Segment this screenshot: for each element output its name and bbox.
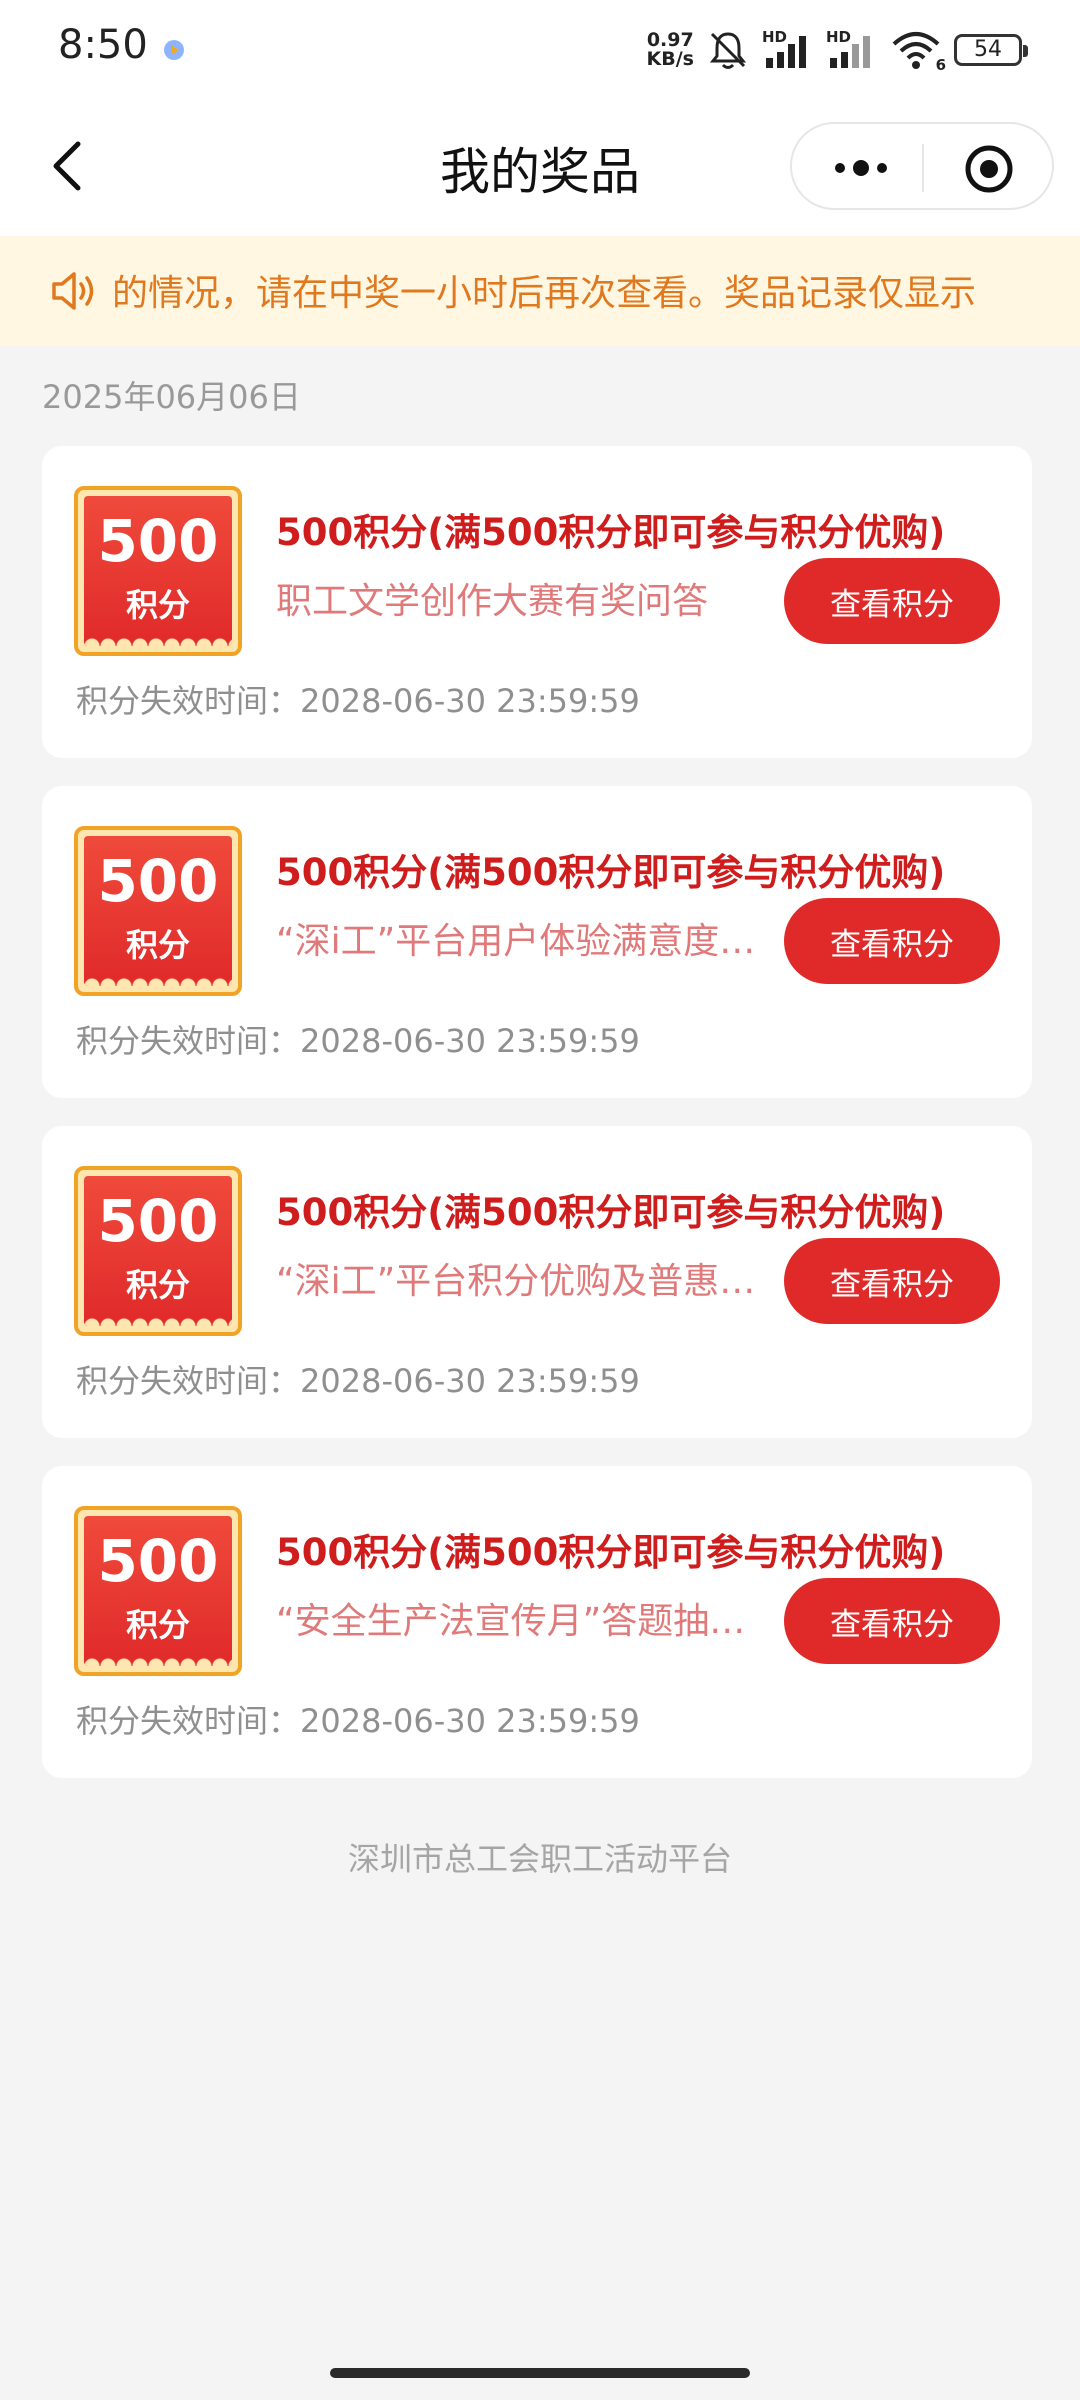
badge-number: 500 — [97, 507, 219, 575]
prize-source: “深i工”平台积分优购及普惠… — [276, 1261, 756, 1302]
page: 8:50 0.97 KB/s HD HD 6 54 我的奖品 的情况，请在中奖一… — [0, 0, 1080, 2400]
badge-unit: 积分 — [125, 926, 190, 964]
prize-title: 500积分(满500积分即可参与积分优购) — [276, 1531, 946, 1574]
target-close-icon[interactable] — [964, 144, 1014, 194]
expire-time: 积分失效时间：2028-06-30 23:59:59 — [76, 1702, 640, 1740]
notice-text: 的情况，请在中奖一小时后再次查看。奖品记录仅显示 — [112, 273, 977, 314]
wifi: 6 — [890, 28, 946, 74]
date-label: 2025年06月06日 — [42, 378, 301, 416]
expire-time: 积分失效时间：2028-06-30 23:59:59 — [76, 1022, 640, 1060]
points-badge: 500 积分 — [74, 826, 242, 996]
net-speed: 0.97 KB/s — [646, 29, 694, 70]
signal-1: HD — [762, 28, 814, 72]
status-bar: 8:50 0.97 KB/s HD HD 6 54 — [0, 0, 1080, 100]
badge-number: 500 — [97, 1527, 219, 1595]
prize-card: 500 积分 500积分(满500积分即可参与积分优购) “安全生产法宣传月”答… — [42, 1466, 1032, 1778]
capsule-menu — [790, 122, 1054, 210]
signal-icon — [830, 36, 870, 68]
status-right: 0.97 KB/s HD HD 6 54 — [646, 24, 1028, 76]
expire-time: 积分失效时间：2028-06-30 23:59:59 — [76, 682, 640, 720]
signal-icon — [766, 36, 806, 68]
prize-title: 500积分(满500积分即可参与积分优购) — [276, 511, 946, 554]
prize-source: “深i工”平台用户体验满意度… — [276, 921, 756, 962]
view-points-button[interactable]: 查看积分 — [784, 898, 1000, 984]
prize-title: 500积分(满500积分即可参与积分优购) — [276, 1191, 946, 1234]
wifi-icon — [892, 32, 940, 69]
app-indicator-icon — [164, 40, 184, 60]
home-indicator[interactable] — [330, 2368, 750, 2378]
notice-bar: 的情况，请在中奖一小时后再次查看。奖品记录仅显示 — [0, 236, 1080, 346]
speaker-icon — [52, 272, 94, 310]
badge-unit: 积分 — [125, 586, 190, 624]
status-time: 8:50 — [58, 22, 148, 68]
view-points-button[interactable]: 查看积分 — [784, 558, 1000, 644]
points-badge: 500 积分 — [74, 1166, 242, 1336]
badge-number: 500 — [97, 1187, 219, 1255]
points-badge: 500 积分 — [74, 1506, 242, 1676]
more-dots-icon[interactable] — [826, 148, 896, 188]
mute-bell-icon — [709, 32, 747, 69]
prize-title: 500积分(满500积分即可参与积分优购) — [276, 851, 946, 894]
badge-unit: 积分 — [125, 1266, 190, 1304]
prize-source: 职工文学创作大赛有奖问答 — [276, 581, 709, 622]
prize-card: 500 积分 500积分(满500积分即可参与积分优购) 职工文学创作大赛有奖问… — [42, 446, 1032, 758]
expire-time: 积分失效时间：2028-06-30 23:59:59 — [76, 1362, 640, 1400]
view-points-button[interactable]: 查看积分 — [784, 1578, 1000, 1664]
battery-indicator: 54 — [954, 34, 1028, 66]
prize-source: “安全生产法宣传月”答题抽… — [276, 1601, 746, 1642]
view-points-button[interactable]: 查看积分 — [784, 1238, 1000, 1324]
nav-bar: 我的奖品 — [0, 100, 1080, 236]
capsule-divider — [922, 144, 924, 192]
badge-number: 500 — [97, 847, 219, 915]
badge-unit: 积分 — [125, 1606, 190, 1644]
signal-2: HD — [826, 28, 878, 72]
wifi-badge: 6 — [935, 56, 946, 74]
prize-card: 500 积分 500积分(满500积分即可参与积分优购) “深i工”平台积分优购… — [42, 1126, 1032, 1438]
points-badge: 500 积分 — [74, 486, 242, 656]
footer-text: 深圳市总工会职工活动平台 — [347, 1840, 732, 1878]
prize-card: 500 积分 500积分(满500积分即可参与积分优购) “深i工”平台用户体验… — [42, 786, 1032, 1098]
